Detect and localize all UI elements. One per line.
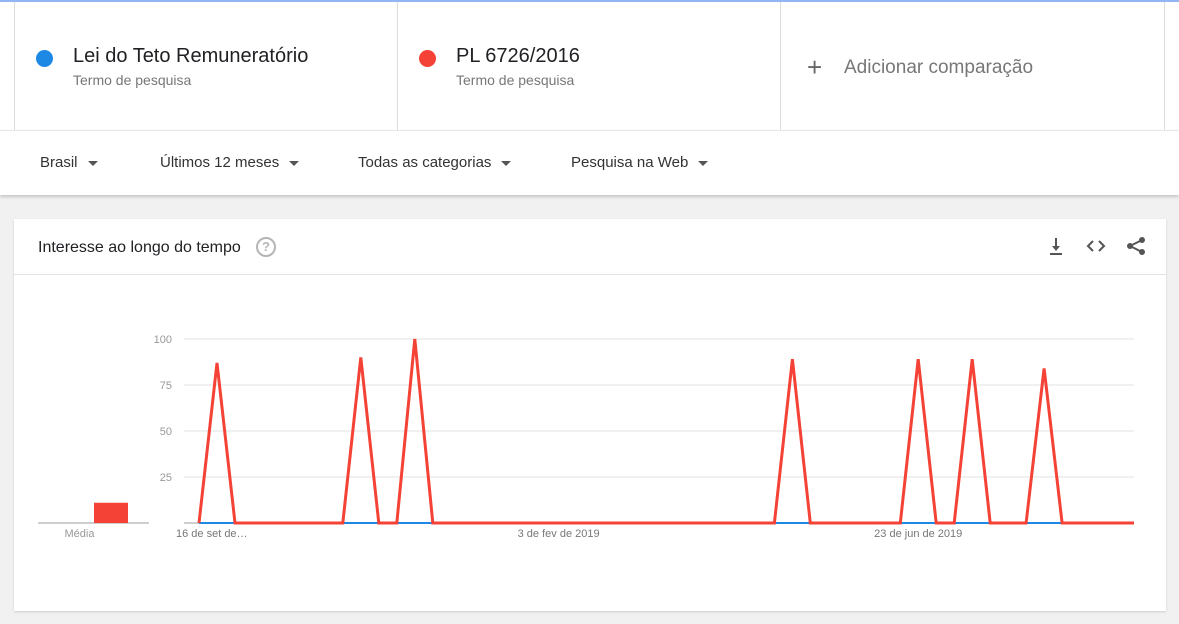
interest-over-time-card: Interesse ao longo do tempo ? 25 50 75 100 1… [14, 219, 1166, 611]
share-icon[interactable] [1125, 235, 1147, 257]
term-1-name[interactable]: Lei do Teto Remuneratório [73, 45, 308, 68]
search-type-filter-label: Pesquisa na Web [571, 154, 689, 171]
help-icon[interactable]: ? [256, 237, 276, 257]
period-filter-label: Últimos 12 meses [160, 154, 280, 171]
embed-code-icon[interactable] [1085, 235, 1107, 257]
x-tick-label: 23 de jun de 2019 [874, 528, 962, 540]
term-1-subtitle: Termo de pesquisa [73, 72, 192, 88]
term-1-color-dot [36, 50, 53, 67]
caret-down-icon [289, 160, 300, 166]
category-filter-label: Todas as categorias [358, 154, 492, 171]
caret-down-icon [698, 160, 709, 166]
y-tick-label: 75 [160, 380, 172, 392]
caret-down-icon [501, 160, 512, 166]
card-header: Interesse ao longo do tempo ? [14, 219, 1166, 275]
add-comparison-label: Adicionar comparação [844, 57, 1034, 78]
add-comparison-button[interactable]: + Adicionar comparação [780, 2, 1165, 130]
plus-icon: + [807, 52, 823, 82]
term-card-2[interactable]: PL 6726/2016 Termo de pesquisa [397, 2, 780, 130]
period-filter[interactable]: Últimos 12 meses [160, 154, 300, 171]
average-label: Média [65, 528, 96, 540]
card-title: Interesse ao longo do tempo [38, 239, 241, 256]
filters-bar: Brasil Últimos 12 meses Todas as categor… [0, 130, 1179, 195]
y-tick-label: 25 [160, 472, 172, 484]
search-type-filter[interactable]: Pesquisa na Web [571, 154, 709, 171]
category-filter[interactable]: Todas as categorias [358, 154, 512, 171]
x-tick-label: 16 de set de… [176, 528, 248, 540]
y-tick-label: 50 [160, 426, 172, 438]
region-filter-label: Brasil [40, 154, 78, 171]
y-tick-label: 100 [154, 334, 172, 346]
term-2-name[interactable]: PL 6726/2016 [456, 45, 580, 68]
term-2-subtitle: Termo de pesquisa [456, 72, 575, 88]
download-icon[interactable] [1045, 235, 1067, 257]
caret-down-icon [87, 160, 98, 166]
term-2-color-dot [419, 50, 436, 67]
comparison-terms-bar: Lei do Teto Remuneratório Termo de pesqu… [0, 2, 1179, 130]
interest-chart: 25 50 75 100 16 de set de… 3 de fev de 2019 23… [38, 334, 1134, 540]
average-bar-2 [94, 502, 128, 523]
term-card-1[interactable]: Lei do Teto Remuneratório Termo de pesqu… [14, 2, 397, 130]
region-filter[interactable]: Brasil [40, 154, 98, 171]
x-tick-label: 3 de fev de 2019 [518, 528, 600, 540]
